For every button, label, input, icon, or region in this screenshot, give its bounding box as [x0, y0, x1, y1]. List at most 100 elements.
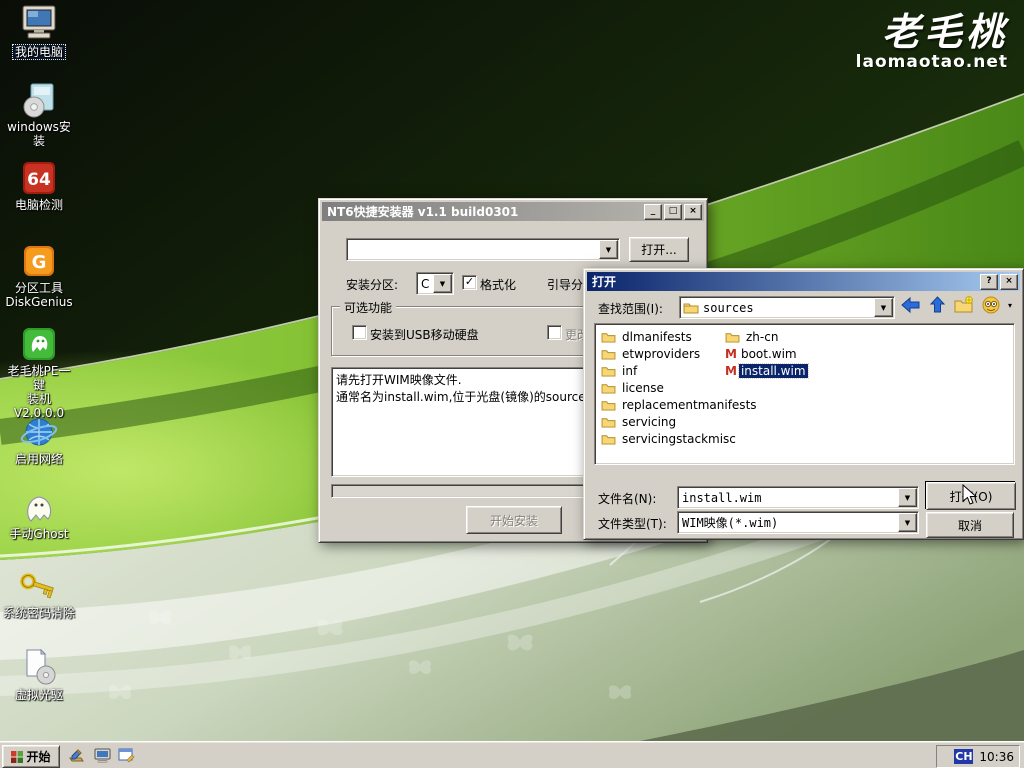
chevron-down-icon[interactable]: ▼	[898, 513, 917, 532]
desktop-icon-virtual-drive[interactable]: 虚拟光驱	[0, 648, 78, 702]
brand-title: 老毛桃	[856, 12, 1008, 52]
chevron-down-icon[interactable]: ▼	[433, 274, 452, 293]
language-indicator[interactable]: CH	[954, 749, 973, 764]
svg-text:G: G	[32, 252, 47, 273]
desktop-icon-pc-check[interactable]: 64 电脑检测	[0, 160, 78, 212]
install-disc-icon	[19, 82, 59, 118]
look-in-combobox[interactable]: sources ▼	[679, 296, 895, 319]
brand-logo: 老毛桃 laomaotao.net	[856, 12, 1008, 72]
install-partition-combobox[interactable]: C ▼	[416, 272, 454, 295]
folder-icon	[601, 382, 616, 394]
usb-install-checkbox[interactable]	[352, 325, 367, 340]
folder-icon	[601, 399, 616, 411]
wim-path-combobox[interactable]: ▼	[346, 238, 620, 261]
folder-icon	[601, 365, 616, 377]
virtual-cd-icon	[19, 648, 59, 686]
quicklaunch-display-icon[interactable]	[92, 746, 112, 765]
format-checkbox[interactable]: ✓	[462, 275, 477, 290]
maximize-button[interactable]: □	[664, 204, 682, 220]
chevron-down-icon[interactable]: ▾	[1008, 301, 1012, 310]
taskbar: 开始 CH	[0, 741, 1024, 768]
list-item[interactable]: dlmanifests	[601, 329, 694, 345]
key-icon	[17, 570, 61, 604]
list-item[interactable]: servicing	[601, 414, 678, 430]
look-in-value: sources	[699, 301, 873, 315]
chevron-down-icon[interactable]: ▼	[599, 240, 618, 259]
wim-file-icon: M	[725, 364, 735, 378]
open-dialog-titlebar[interactable]: 打开 ? ×	[587, 272, 1020, 291]
pe-installer-icon	[21, 326, 57, 362]
my-computer-icon	[19, 4, 59, 42]
look-in-label: 查找范围(I):	[598, 300, 663, 317]
open-file-dialog: 打开 ? × 查找范围(I): sources ▼	[583, 268, 1024, 540]
svg-text:64: 64	[27, 170, 51, 190]
help-button[interactable]: ?	[980, 274, 998, 290]
close-button[interactable]: ×	[684, 204, 702, 220]
back-icon[interactable]	[900, 296, 921, 314]
pc-check-64-icon: 64	[21, 160, 57, 196]
desktop-icon-label: 我的电脑	[12, 44, 66, 60]
desktop-icon-enable-network[interactable]: 启用网络	[0, 414, 78, 466]
install-partition-label: 安装分区:	[346, 276, 398, 293]
quicklaunch-desktop-icon[interactable]	[66, 746, 86, 765]
desktop-icon-diskgenius[interactable]: G 分区工具 DiskGenius	[0, 243, 78, 309]
change-drive-checkbox[interactable]	[547, 325, 562, 340]
desktop-icon-windows-install[interactable]: windows安装	[0, 82, 78, 148]
ghost-icon	[21, 491, 57, 525]
window-edit-icon	[118, 748, 135, 763]
quicklaunch-window-icon[interactable]	[116, 746, 136, 765]
file-type-value: WIM映像(*.wim)	[678, 514, 897, 531]
desktop-icon-password-clear[interactable]: 系统密码清除	[0, 570, 78, 620]
file-list[interactable]: dlmanifests etwproviders inf license rep…	[594, 323, 1015, 465]
new-folder-icon[interactable]	[954, 296, 974, 314]
list-item[interactable]: etwproviders	[601, 346, 702, 362]
desktop-icon-label: 电脑检测	[13, 198, 65, 212]
folder-icon	[725, 331, 740, 343]
desktop-icon-laomaotao-pe[interactable]: 老毛桃PE一键 装机 V2.0.0.0	[0, 326, 78, 420]
check-icon: ✓	[465, 275, 474, 288]
folder-icon	[601, 416, 616, 428]
start-button[interactable]: 开始	[2, 745, 60, 768]
desktop-icon-label: 系统密码清除	[1, 606, 77, 620]
file-name-value: install.wim	[678, 491, 897, 505]
install-partition-value: C	[417, 277, 432, 291]
nt6-window-title: NT6快捷安装器 v1.1 build0301	[327, 203, 518, 220]
screen: 老毛桃 laomaotao.net 我的电脑 windows安装 64 电脑检测	[0, 0, 1024, 768]
desktop-icon-my-computer[interactable]: 我的电脑	[0, 4, 78, 60]
list-item[interactable]: license	[601, 380, 666, 396]
file-type-combobox[interactable]: WIM映像(*.wim) ▼	[677, 511, 919, 534]
minimize-button[interactable]: _	[644, 204, 662, 220]
folder-icon	[683, 301, 699, 314]
desktop-icon-label: 启用网络	[13, 452, 65, 466]
list-item[interactable]: zh-cn	[725, 329, 780, 345]
list-item-selected[interactable]: M install.wim	[725, 363, 808, 379]
monitor-icon	[94, 748, 111, 763]
chevron-down-icon[interactable]: ▼	[874, 298, 893, 317]
desktop-icon-label: 虚拟光驱	[13, 688, 65, 702]
cancel-button[interactable]: 取消	[926, 512, 1014, 538]
taskbar-clock[interactable]: 10:36	[979, 750, 1014, 764]
file-name-combobox[interactable]: install.wim ▼	[677, 486, 919, 509]
list-item[interactable]: replacementmanifests	[601, 397, 759, 413]
show-desktop-icon	[68, 748, 85, 764]
diskgenius-icon: G	[21, 243, 57, 279]
nt6-titlebar[interactable]: NT6快捷安装器 v1.1 build0301 _ □ ×	[322, 202, 704, 221]
desktop-icon-manual-ghost[interactable]: 手动Ghost	[0, 491, 78, 541]
up-folder-icon[interactable]	[928, 296, 947, 314]
desktop-icon-label: windows安装	[0, 120, 78, 148]
start-logo-icon	[11, 751, 23, 763]
list-item[interactable]: servicingstackmisc	[601, 431, 738, 447]
folder-icon	[601, 348, 616, 360]
network-globe-icon	[19, 414, 59, 450]
list-item[interactable]: M boot.wim	[725, 346, 799, 362]
chevron-down-icon[interactable]: ▼	[898, 488, 917, 507]
format-label: 格式化	[480, 276, 516, 293]
open-dialog-title: 打开	[592, 273, 616, 290]
list-item[interactable]: inf	[601, 363, 639, 379]
view-menu-icon[interactable]	[981, 296, 1001, 314]
folder-icon	[601, 433, 616, 445]
desktop-icon-label: 老毛桃PE一键 装机 V2.0.0.0	[0, 364, 78, 420]
close-button[interactable]: ×	[1000, 274, 1018, 290]
start-install-button[interactable]: 开始安装	[466, 506, 562, 534]
browse-wim-button[interactable]: 打开...	[629, 237, 689, 262]
